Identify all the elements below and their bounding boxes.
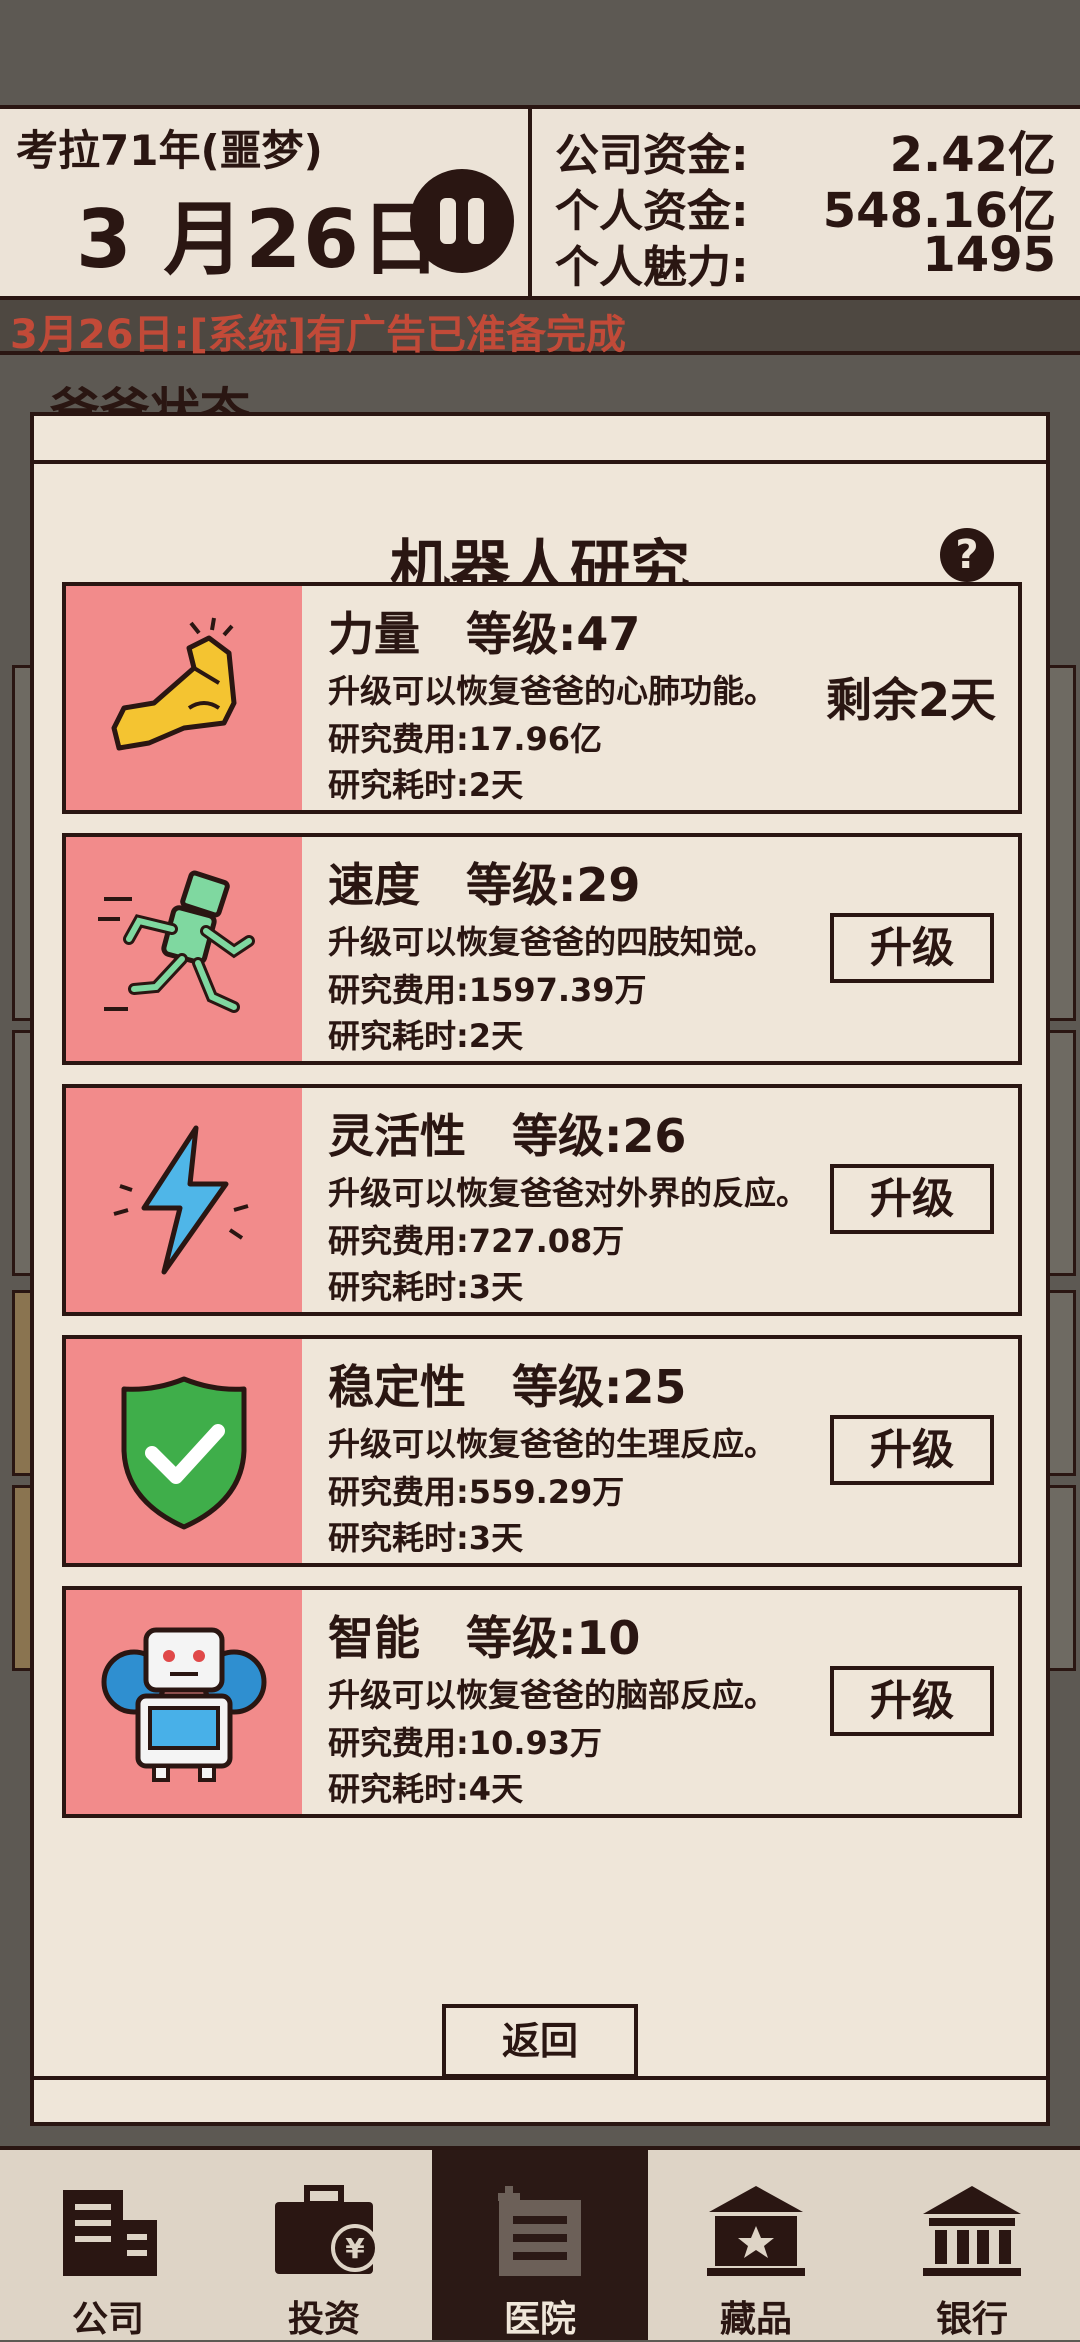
upgrade-button[interactable]: 升级 — [830, 1415, 994, 1485]
item-icon-box — [66, 1088, 302, 1312]
shield-check-icon — [121, 1376, 247, 1530]
item-cost: 研究费用:10.93万 — [328, 1724, 603, 1762]
pause-button[interactable] — [410, 169, 514, 273]
item-icon-box — [66, 1339, 302, 1563]
item-description: 升级可以恢复爸爸对外界的反应。 — [328, 1174, 809, 1212]
svg-text:¥: ¥ — [345, 2232, 365, 2265]
item-description: 升级可以恢复爸爸的生理反应。 — [328, 1425, 777, 1463]
item-description: 升级可以恢复爸爸的四肢知觉。 — [328, 923, 777, 961]
item-cost: 研究费用:1597.39万 — [328, 971, 647, 1009]
robot-research-dialog: 机器人研究 ? 力量 等级:47 升级可以恢复爸爸的心肺功能。 研究费用:17.… — [30, 412, 1050, 2126]
news-ticker: 3月26日:[系统]有广告已准备完成 — [0, 300, 1080, 358]
date-label: 3 月26日 — [76, 193, 443, 286]
research-item-strength: 力量 等级:47 升级可以恢复爸爸的心肺功能。 研究费用:17.96亿 研究耗时… — [62, 582, 1022, 814]
nav-label: 藏品 — [719, 2299, 792, 2340]
company-building-icon — [63, 2190, 157, 2276]
upgrade-button[interactable]: 升级 — [830, 1666, 994, 1736]
research-item-intelligence: 智能 等级:10 升级可以恢复爸爸的脑部反应。 研究费用:10.93万 研究耗时… — [62, 1586, 1022, 1818]
item-time: 研究耗时:3天 — [328, 1268, 524, 1306]
item-icon-box — [66, 837, 302, 1061]
lightning-bolt-icon — [113, 1125, 249, 1275]
item-name: 稳定性 等级:25 — [328, 1360, 687, 1414]
item-cost: 研究费用:727.08万 — [328, 1222, 625, 1260]
item-time: 研究耗时:2天 — [328, 766, 524, 804]
remaining-time-label: 剩余2天 — [825, 673, 996, 727]
item-time: 研究耗时:4天 — [328, 1770, 524, 1808]
research-item-speed: 速度 等级:29 升级可以恢复爸爸的四肢知觉。 研究费用:1597.39万 研究… — [62, 833, 1022, 1065]
item-cost: 研究费用:559.29万 — [328, 1473, 625, 1511]
nav-bank[interactable]: 银行 — [864, 2150, 1080, 2340]
back-button[interactable]: 返回 — [442, 2004, 638, 2078]
research-item-stability: 稳定性 等级:25 升级可以恢复爸爸的生理反应。 研究费用:559.29万 研究… — [62, 1335, 1022, 1567]
briefcase-yen-icon: ¥ — [275, 2185, 379, 2274]
upgrade-button[interactable]: 升级 — [830, 913, 994, 983]
charm-value: 1495 — [922, 227, 1056, 283]
item-name: 智能 等级:10 — [328, 1611, 641, 1665]
nav-label: 医院 — [503, 2299, 576, 2340]
divider — [528, 109, 532, 296]
item-icon-box — [66, 1590, 302, 1814]
item-time: 研究耗时:3天 — [328, 1519, 524, 1557]
item-description: 升级可以恢复爸爸的脑部反应。 — [328, 1676, 777, 1714]
nav-label: 公司 — [71, 2299, 144, 2340]
museum-star-icon — [707, 2186, 805, 2276]
bank-icon — [923, 2186, 1021, 2276]
item-icon-box — [66, 586, 302, 810]
nav-hospital[interactable]: 医院 — [432, 2150, 648, 2340]
item-name: 灵活性 等级:26 — [328, 1109, 687, 1163]
upgrade-button[interactable]: 升级 — [830, 1164, 994, 1234]
item-time: 研究耗时:2天 — [328, 1017, 524, 1055]
item-cost: 研究费用:17.96亿 — [328, 720, 603, 758]
company-funds-label: 公司资金: — [555, 130, 749, 181]
ticker-message: 3月26日:[系统]有广告已准备完成 — [10, 312, 627, 358]
item-name: 力量 等级:47 — [328, 607, 641, 661]
muscle-arm-icon — [111, 617, 237, 751]
nav-label: 投资 — [287, 2299, 360, 2340]
dialog-body: 机器人研究 ? 力量 等级:47 升级可以恢复爸爸的心肺功能。 研究费用:17.… — [34, 460, 1046, 2080]
bottom-nav: 公司 ¥ 投资 医院 藏品 银行 — [0, 2146, 1080, 2340]
top-status-bar: 考拉71年(噩梦) 3 月26日 公司资金: 2.42亿 个人资金: 548.1… — [0, 105, 1080, 300]
era-label: 考拉71年(噩梦) — [16, 126, 323, 175]
item-name: 速度 等级:29 — [328, 858, 641, 912]
item-description: 升级可以恢复爸爸的心肺功能。 — [328, 672, 777, 710]
charm-label: 个人魅力: — [555, 242, 749, 293]
nav-collection[interactable]: 藏品 — [648, 2150, 864, 2340]
personal-funds-label: 个人资金: — [555, 186, 749, 237]
running-robot-icon — [98, 870, 255, 1013]
help-icon[interactable]: ? — [940, 528, 994, 582]
nav-company[interactable]: 公司 — [0, 2150, 216, 2340]
nav-label: 银行 — [935, 2299, 1008, 2340]
research-item-agility: 灵活性 等级:26 升级可以恢复爸爸对外界的反应。 研究费用:727.08万 研… — [62, 1084, 1022, 1316]
robot-gear-icon — [101, 1627, 267, 1782]
pause-icon — [440, 198, 456, 244]
nav-invest[interactable]: ¥ 投资 — [216, 2150, 432, 2340]
hospital-icon — [498, 2186, 581, 2276]
